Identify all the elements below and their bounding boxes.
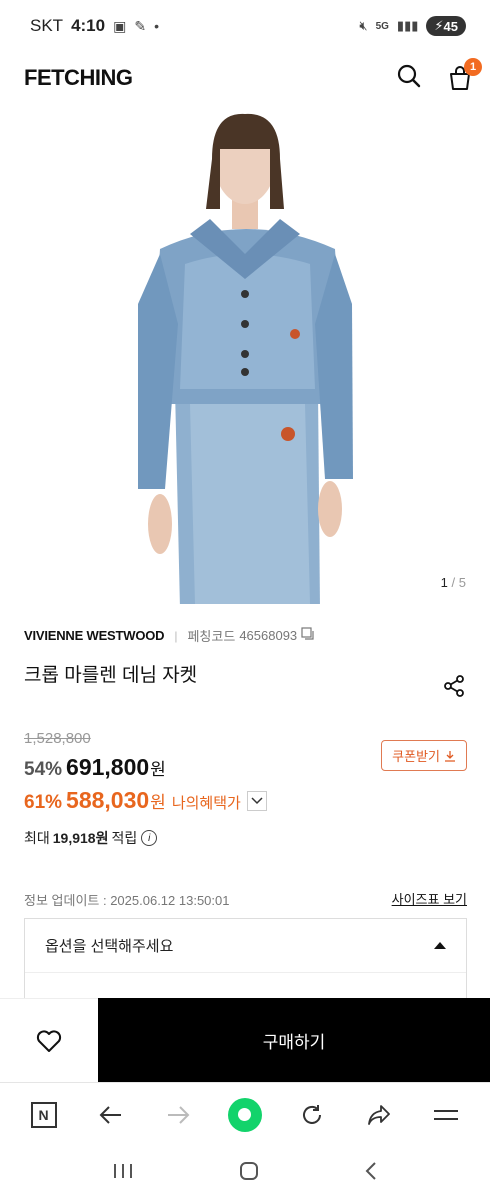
back-button[interactable]: [91, 1095, 131, 1135]
home-button[interactable]: [238, 1160, 260, 1187]
code-label: 페칭코드: [187, 629, 236, 644]
caret-up-icon: [434, 942, 446, 949]
share-page-button[interactable]: [359, 1095, 399, 1135]
arrow-left-icon: [99, 1105, 121, 1124]
refresh-button[interactable]: [292, 1095, 332, 1135]
my-benefit-label: 나의혜택가: [171, 795, 241, 812]
heart-icon: [36, 1029, 62, 1052]
battery-level: 45: [443, 18, 458, 34]
browser-toolbar: N: [0, 1082, 490, 1146]
screenshot-icon: ▣: [113, 17, 127, 34]
status-bar: SKT 4:10 ▣ ✎ • 🔇︎ 5G ▮▮▮ ⚡ 45: [0, 0, 490, 52]
image-counter: 1 / 5: [441, 575, 466, 590]
back-chevron-icon: [365, 1161, 376, 1180]
network-5g-icon: 5G: [375, 20, 389, 32]
points-prefix: 최대: [24, 830, 50, 846]
buy-bar: 구매하기: [0, 998, 490, 1082]
search-icon[interactable]: [396, 63, 422, 94]
coupon-label: 쿠폰받기: [392, 749, 440, 764]
forward-button[interactable]: [158, 1095, 198, 1135]
discount-rate: 54%: [24, 759, 63, 780]
image-counter-separator: /: [451, 575, 456, 590]
image-counter-current: 1: [440, 575, 448, 590]
menu-button[interactable]: [426, 1095, 466, 1135]
naver-home-button[interactable]: N: [24, 1095, 64, 1135]
sale-price: 691,800: [66, 754, 150, 780]
coupon-button[interactable]: 쿠폰받기: [381, 740, 467, 771]
brand-name[interactable]: VIVIENNE WESTWOOD: [24, 628, 165, 643]
share-arrow-icon: [368, 1104, 391, 1125]
image-counter-total: 5: [458, 575, 466, 590]
naver-n-icon: N: [30, 1101, 57, 1128]
wishlist-button[interactable]: [0, 998, 98, 1082]
green-dot-icon: [227, 1097, 262, 1132]
chevron-down-icon[interactable]: [246, 790, 267, 811]
brand-row: VIVIENNE WESTWOOD | 페칭코드 46568093: [24, 626, 315, 645]
product-code: 46568093: [239, 628, 298, 643]
title-row: 크롭 마를렌 데님 자켓: [24, 660, 470, 697]
system-back-button[interactable]: [364, 1161, 378, 1186]
green-dot-button[interactable]: [225, 1095, 265, 1135]
signal-icon: ▮▮▮: [396, 18, 419, 33]
copy-icon[interactable]: [301, 627, 315, 644]
dot-icon: •: [154, 18, 159, 34]
home-icon: [240, 1161, 258, 1180]
original-price: 1,528,800: [24, 730, 91, 747]
arrow-right-icon: [167, 1105, 190, 1124]
points-suffix: 적립: [111, 830, 138, 846]
clock-time: 4:10: [71, 16, 106, 35]
option-header[interactable]: 옵션을 선택해주세요: [25, 919, 466, 973]
cart-count-badge: 1: [464, 58, 482, 76]
fetching-logo[interactable]: FETCHING: [24, 65, 133, 91]
share-icon[interactable]: [442, 674, 466, 703]
points-row: 최대 19,918원 적립 i: [24, 828, 158, 848]
size-guide-link[interactable]: 사이즈표 보기: [392, 889, 467, 908]
update-info: 정보 업데이트 : 2025.06.12 13:50:01: [24, 893, 230, 908]
currency-label: 원: [150, 760, 166, 779]
app-header: FETCHING 1: [0, 52, 490, 104]
price-row: 54% 691,800 원: [24, 754, 166, 781]
mute-icon: 🔇︎: [359, 18, 368, 33]
android-nav-bar: [0, 1146, 490, 1200]
my-currency-label: 원: [150, 793, 166, 812]
divider: |: [174, 628, 178, 643]
info-icon[interactable]: i: [141, 830, 158, 846]
menu-icon: [434, 1109, 459, 1120]
points-amount: 19,918원: [52, 830, 109, 846]
notification-icon: ✎: [134, 17, 147, 34]
recents-icon: [114, 1163, 132, 1178]
my-price: 588,030: [66, 787, 150, 813]
carrier-label: SKT: [30, 16, 64, 35]
refresh-icon: [303, 1104, 322, 1124]
download-icon: [445, 750, 455, 762]
option-placeholder: 옵션을 선택해주세요: [45, 938, 174, 955]
battery-indicator: ⚡ 45: [426, 16, 466, 36]
my-discount-rate: 61%: [24, 792, 63, 813]
product-image[interactable]: [0, 104, 490, 609]
cart-button[interactable]: 1: [446, 58, 482, 92]
product-title: 크롭 마를렌 데님 자켓: [24, 665, 198, 686]
recents-button[interactable]: [112, 1162, 134, 1185]
buy-button[interactable]: 구매하기: [98, 998, 490, 1082]
my-price-row: 61% 588,030 원 나의혜택가: [24, 787, 267, 814]
